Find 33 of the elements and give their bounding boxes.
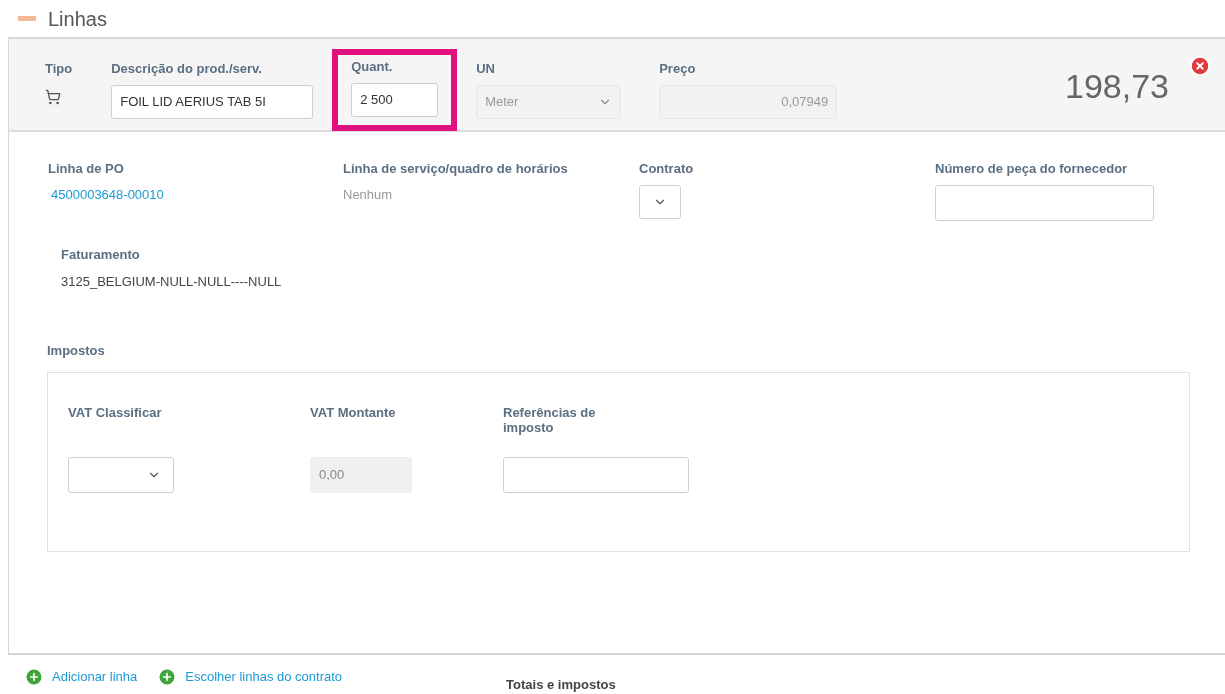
field-label: VAT Montante xyxy=(310,404,397,422)
vat-select[interactable] xyxy=(68,456,174,493)
field-label: Preço xyxy=(659,60,697,78)
field-label: Linha de serviço/quadro de horários xyxy=(343,160,569,178)
input-field[interactable]: 2 500 xyxy=(351,82,439,117)
input-field[interactable]: FOIL LID AERIUS TAB 5I xyxy=(111,84,314,119)
plus-icon xyxy=(157,667,178,687)
contract-select[interactable] xyxy=(639,184,681,219)
close-icon[interactable] xyxy=(1189,55,1211,77)
cart-icon xyxy=(45,88,61,105)
input-field[interactable] xyxy=(935,184,1154,221)
billing-value: 3125_BELGIUM-NULL-NULL----NULL xyxy=(61,273,283,291)
section-title: Linhas xyxy=(48,8,107,29)
field-label: Linha de PO xyxy=(48,160,125,178)
add-line-link[interactable]: Escolher linhas do contrato xyxy=(157,667,343,687)
section-marker xyxy=(18,16,36,21)
field-label: VAT Classificar xyxy=(68,404,163,422)
section-label: Impostos xyxy=(47,342,105,358)
field-label: Descrição do prod./serv. xyxy=(111,60,263,78)
field-label: Número de peça do fornecedor xyxy=(935,160,1129,178)
line-total: 198,73 xyxy=(1065,66,1169,107)
field-label: Faturamento xyxy=(61,245,141,264)
field-label: Quant. xyxy=(351,58,394,76)
field-label: Contrato xyxy=(639,160,695,178)
field-value: Nenhum xyxy=(343,186,394,204)
add-line-link[interactable]: Adicionar linha xyxy=(24,667,138,687)
field-label: UN xyxy=(476,60,496,78)
field-label: Tipo xyxy=(45,60,73,78)
totals-heading: Totais e impostos xyxy=(506,676,616,694)
plus-icon xyxy=(24,667,44,687)
input-field[interactable] xyxy=(503,456,689,493)
po-line-link[interactable]: 4500003648-00010 xyxy=(48,184,343,204)
field-label: Referências de imposto xyxy=(503,404,597,437)
